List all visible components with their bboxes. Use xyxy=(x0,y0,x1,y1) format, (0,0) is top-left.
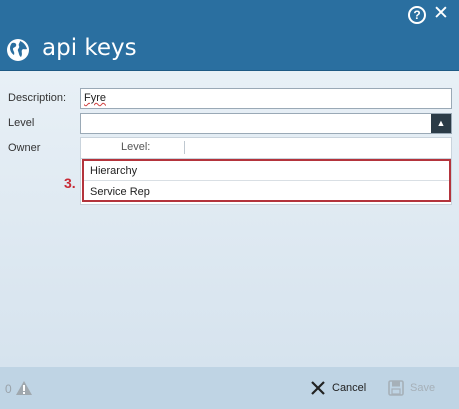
page-title: api keys xyxy=(42,35,137,61)
help-icon[interactable]: ? xyxy=(408,6,426,24)
form-body: Description: Fyre Level ▲ Owner Level: H… xyxy=(0,71,459,367)
dropdown-column-header: Level: xyxy=(121,141,151,153)
window-header: api keys xyxy=(0,29,459,71)
description-field[interactable]: Fyre xyxy=(80,88,452,109)
column-divider xyxy=(184,141,185,154)
dropdown-options: Hierarchy Service Rep xyxy=(82,159,451,202)
step-annotation: 3. xyxy=(64,175,76,191)
title-bar: ? ✕ xyxy=(0,0,459,29)
dropdown-arrow-icon[interactable]: ▲ xyxy=(431,114,451,133)
save-label: Save xyxy=(410,382,436,394)
description-value: Fyre xyxy=(84,92,106,104)
cancel-button[interactable]: Cancel xyxy=(310,378,372,398)
level-dropdown: Level: Hierarchy Service Rep xyxy=(80,137,452,205)
footer-bar: 0 Cancel Save xyxy=(0,367,459,409)
level-select[interactable]: ▲ xyxy=(80,113,452,134)
description-label: Description: xyxy=(8,92,67,104)
level-label: Level xyxy=(8,117,35,129)
option-hierarchy[interactable]: Hierarchy xyxy=(84,161,449,181)
globe-icon xyxy=(7,39,29,61)
save-disk-icon xyxy=(388,380,404,396)
dropdown-header: Level: xyxy=(81,138,451,159)
owner-label: Owner xyxy=(8,142,41,154)
cancel-x-icon xyxy=(311,381,325,395)
warning-icon[interactable] xyxy=(15,380,33,396)
close-icon[interactable]: ✕ xyxy=(432,4,450,23)
option-service-rep[interactable]: Service Rep xyxy=(84,182,449,202)
warning-count: 0 xyxy=(5,382,12,396)
save-button[interactable]: Save xyxy=(388,378,448,398)
cancel-label: Cancel xyxy=(332,382,367,394)
